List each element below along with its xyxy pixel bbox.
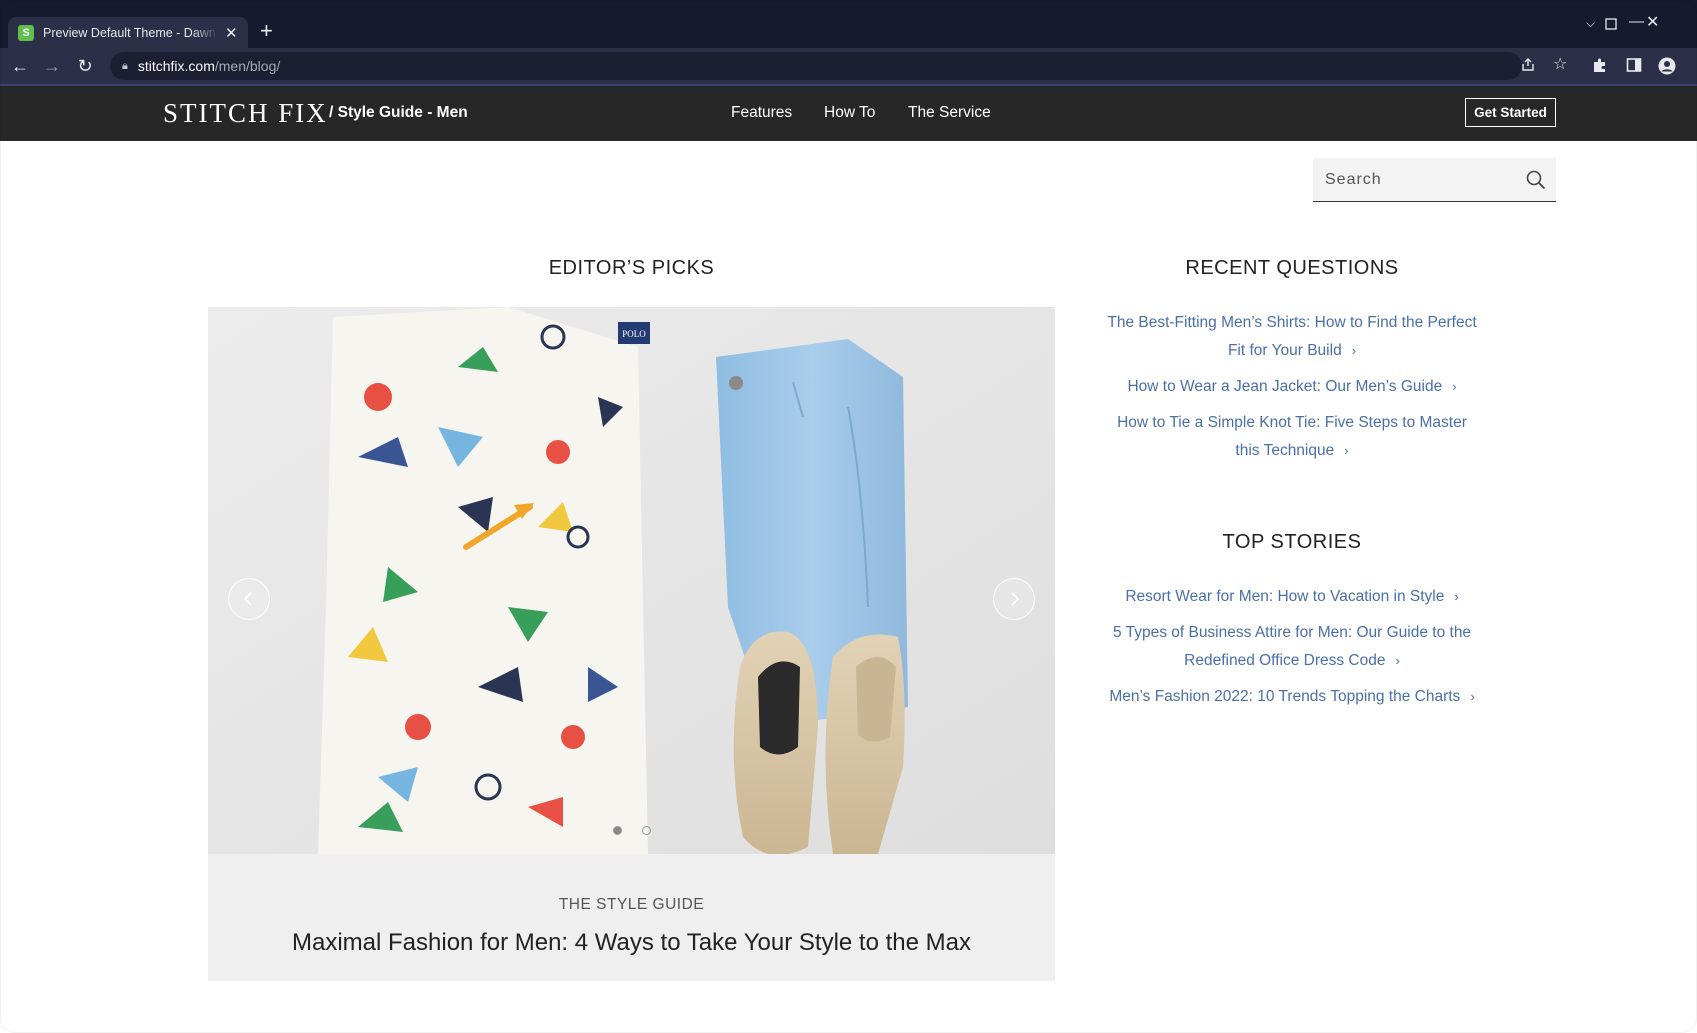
side-panel-icon[interactable] <box>1626 57 1642 73</box>
top-stories-list: Resort Wear for Men: How to Vacation in … <box>1085 583 1499 719</box>
top-stories-heading: TOP STORIES <box>1222 531 1362 553</box>
bookmark-star-icon[interactable]: ☆ <box>1553 56 1567 74</box>
chevron-right-icon: › <box>1452 379 1457 394</box>
browser-toolbar: ← → ↻ 🔒︎ stitchfix.com/men/blog/ ☆ <box>0 48 1697 84</box>
back-arrow-icon[interactable]: ← <box>8 54 32 78</box>
nav-the-service[interactable]: The Service <box>908 104 991 122</box>
chevron-right-icon: › <box>1454 589 1459 604</box>
get-started-button[interactable]: Get Started <box>1465 98 1556 127</box>
url-host: stitchfix.com <box>137 58 215 74</box>
shopify-favicon-icon: S <box>18 24 34 41</box>
shirt-label-text: POLO <box>622 329 646 339</box>
section-title[interactable]: / Style Guide - Men <box>329 104 468 122</box>
restore-icon[interactable] <box>1605 18 1617 30</box>
recent-question-link[interactable]: How to Tie a Simple Knot Tie: Five Steps… <box>1085 409 1499 465</box>
carousel-dot-1[interactable] <box>613 826 622 835</box>
recent-question-link[interactable]: The Best-Fitting Men’s Shirts: How to Fi… <box>1085 309 1499 365</box>
forward-arrow-icon[interactable]: → <box>40 54 64 78</box>
lock-icon: 🔒︎ <box>122 59 128 72</box>
top-story-link[interactable]: Resort Wear for Men: How to Vacation in … <box>1085 583 1499 611</box>
recent-questions-list: The Best-Fitting Men’s Shirts: How to Fi… <box>1085 309 1499 473</box>
top-story-link[interactable]: 5 Types of Business Attire for Men: Our … <box>1085 619 1499 675</box>
url-path: /men/blog/ <box>214 58 281 74</box>
minimize-icon[interactable]: — <box>1629 13 1644 30</box>
chevron-right-icon: › <box>1351 343 1357 358</box>
recent-question-text: The Best-Fitting Men’s Shirts: How to Fi… <box>1107 314 1477 359</box>
outfit-illustration: POLO <box>208 307 1055 854</box>
recent-question-text: How to Tie a Simple Knot Tie: Five Steps… <box>1117 414 1467 459</box>
tab-close-icon[interactable]: ✕ <box>225 24 238 42</box>
chevron-right-icon: › <box>1344 443 1349 458</box>
nav-features[interactable]: Features <box>731 104 792 122</box>
chevron-right-icon: › <box>1470 689 1475 704</box>
top-story-text: Men’s Fashion 2022: 10 Trends Topping th… <box>1109 688 1461 705</box>
browser-tab-strip: S Preview Default Theme - Dawn E ✕ + ⌵ —… <box>0 0 1697 48</box>
chevron-left-icon <box>243 592 252 606</box>
extensions-puzzle-icon[interactable] <box>1592 57 1608 73</box>
article-category[interactable]: THE STYLE GUIDE <box>208 896 1055 914</box>
address-bar[interactable]: 🔒︎ stitchfix.com/men/blog/ <box>110 52 1522 80</box>
top-story-link[interactable]: Men’s Fashion 2022: 10 Trends Topping th… <box>1085 683 1499 711</box>
recent-question-link[interactable]: How to Wear a Jean Jacket: Our Men’s Gui… <box>1085 373 1499 401</box>
search-placeholder: Search <box>1325 170 1382 188</box>
search-input[interactable]: Search <box>1313 158 1556 202</box>
browser-tab[interactable]: S Preview Default Theme - Dawn E ✕ <box>8 17 248 48</box>
site-header: STITCH FIX / Style Guide - Men Features … <box>0 86 1697 141</box>
recent-questions-heading: RECENT QUESTIONS <box>1185 257 1399 279</box>
article-title[interactable]: Maximal Fashion for Men: 4 Ways to Take … <box>208 929 1055 957</box>
featured-article-image[interactable]: POLO <box>208 307 1055 854</box>
carousel-dot-2[interactable] <box>642 826 651 835</box>
profile-avatar-icon[interactable] <box>1658 57 1676 75</box>
editors-picks-carousel: POLO THE STYLE GUIDE Maximal Fashion for… <box>208 307 1055 981</box>
stitch-fix-logo[interactable]: STITCH FIX <box>163 98 328 129</box>
top-story-text: 5 Types of Business Attire for Men: Our … <box>1112 624 1472 669</box>
new-tab-icon[interactable]: + <box>260 20 273 42</box>
nav-how-to[interactable]: How To <box>824 104 875 122</box>
editors-picks-heading: EDITOR’S PICKS <box>548 257 715 279</box>
carousel-next-button[interactable] <box>993 578 1035 620</box>
share-icon[interactable] <box>1520 57 1536 73</box>
tab-title: Preview Default Theme - Dawn E <box>43 25 219 40</box>
chevron-right-icon <box>1011 592 1020 606</box>
reload-icon[interactable]: ↻ <box>73 54 97 78</box>
tab-search-chevron-icon[interactable]: ⌵ <box>1586 16 1595 31</box>
recent-question-text: How to Wear a Jean Jacket: Our Men’s Gui… <box>1127 378 1443 395</box>
close-window-icon[interactable]: ✕ <box>1646 12 1659 32</box>
search-icon[interactable] <box>1516 160 1556 200</box>
top-story-text: Resort Wear for Men: How to Vacation in … <box>1125 588 1445 605</box>
chevron-right-icon: › <box>1395 653 1400 668</box>
carousel-prev-button[interactable] <box>228 578 270 620</box>
